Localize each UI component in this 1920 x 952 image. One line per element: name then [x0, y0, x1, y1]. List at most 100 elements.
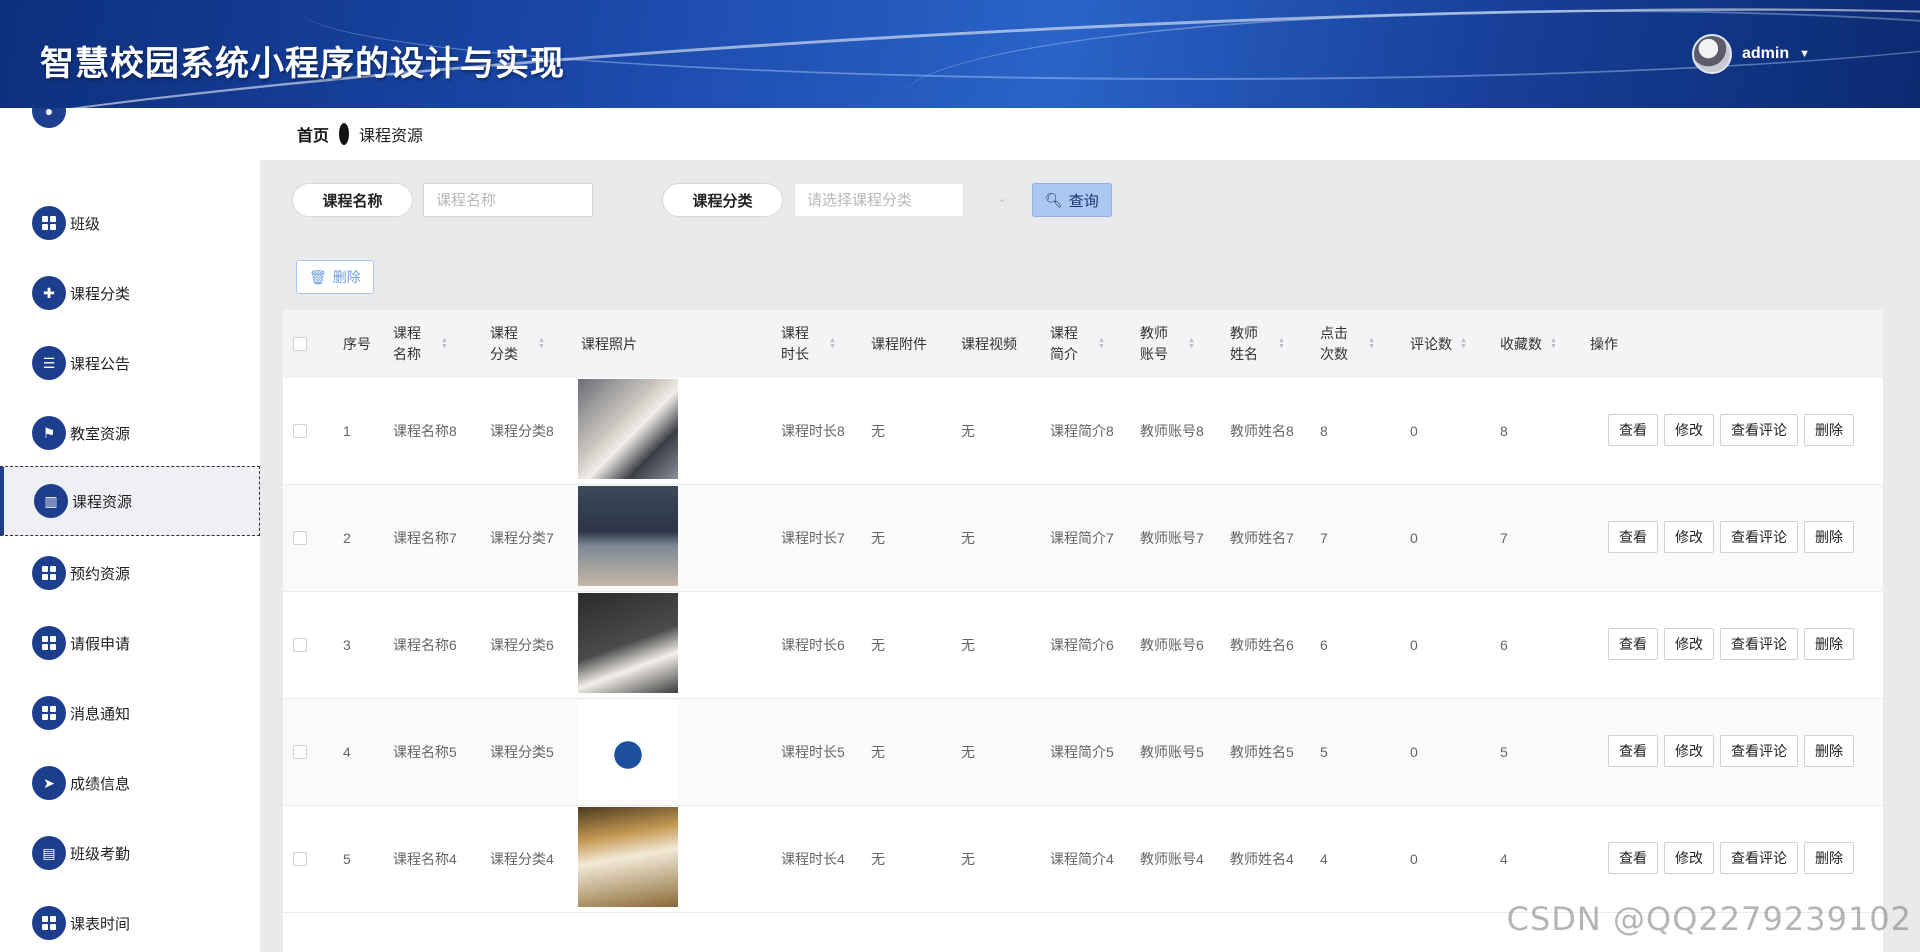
- view-button[interactable]: 查看: [1608, 842, 1658, 874]
- cell-duration: 课程时长6: [781, 637, 845, 653]
- delete-button[interactable]: 删除: [1804, 414, 1854, 446]
- query-button-label: 查询: [1068, 192, 1099, 210]
- sidebar-item-class[interactable]: 班级: [0, 188, 260, 258]
- breadcrumb: 首页 课程资源: [260, 108, 1920, 160]
- sidebar-item-booking[interactable]: 预约资源: [0, 538, 260, 608]
- course-category-select[interactable]: [794, 183, 964, 217]
- edit-button[interactable]: 修改: [1664, 842, 1714, 874]
- sidebar-item-grades[interactable]: ➤ 成绩信息: [0, 748, 260, 818]
- cell-attachment: 无: [871, 851, 885, 867]
- view-comments-button[interactable]: 查看评论: [1720, 842, 1798, 874]
- column-header-photo: 课程照片: [581, 335, 637, 352]
- cell-comments: 0: [1410, 744, 1418, 760]
- sort-icon: ▲ ▼: [1550, 337, 1557, 350]
- sidebar-item-messages[interactable]: 消息通知: [0, 678, 260, 748]
- cell-clicks: 4: [1320, 851, 1328, 867]
- sidebar-item-attendance[interactable]: ▤ 班级考勤: [0, 818, 260, 888]
- row-checkbox[interactable]: [293, 378, 307, 484]
- sidebar-item-course-category[interactable]: ✚ 课程分类: [0, 258, 260, 328]
- edit-button[interactable]: 修改: [1664, 414, 1714, 446]
- select-all-checkbox[interactable]: [293, 310, 307, 378]
- sidebar-item-label: 成绩信息: [70, 775, 131, 793]
- view-comments-button[interactable]: 查看评论: [1720, 628, 1798, 660]
- cell-duration: 课程时长4: [781, 851, 845, 867]
- delete-button[interactable]: 删除: [1804, 521, 1854, 553]
- delete-button[interactable]: 删除: [1804, 842, 1854, 874]
- sidebar-item-course-resource[interactable]: ▥ 课程资源: [0, 466, 260, 536]
- column-header-favorites[interactable]: 收藏数 ▲ ▼: [1500, 310, 1557, 378]
- cell-teacher-account: 教师账号8: [1140, 423, 1204, 439]
- edit-button[interactable]: 修改: [1664, 521, 1714, 553]
- cell-favorites: 5: [1500, 744, 1508, 760]
- course-name-label: 课程名称: [292, 183, 413, 217]
- column-header-index[interactable]: 序号: [343, 310, 371, 378]
- sort-icon: ▲ ▼: [1460, 337, 1467, 350]
- course-category-label: 课程分类: [662, 183, 783, 217]
- grid-icon: [32, 206, 66, 240]
- view-comments-button[interactable]: 查看评论: [1720, 521, 1798, 553]
- sidebar-item-course-notice[interactable]: ☰ 课程公告: [0, 328, 260, 398]
- cell-category: 课程分类7: [490, 530, 554, 546]
- column-header-teacher-account[interactable]: 教师账号 ▲ ▼: [1140, 310, 1210, 378]
- delete-button[interactable]: 删除: [1804, 735, 1854, 767]
- row-checkbox[interactable]: [293, 592, 307, 698]
- cell-favorites: 4: [1500, 851, 1508, 867]
- edit-button[interactable]: 修改: [1664, 628, 1714, 660]
- breadcrumb-separator-icon: [339, 123, 350, 145]
- table-row: 4 课程名称5 课程分类5 课程时长5 无 无 课程简介5 教师账号5 教师姓名5 5 0 5 查看 修改…: [283, 699, 1883, 806]
- view-comments-button[interactable]: 查看评论: [1720, 414, 1798, 446]
- sort-icon: ▲ ▼: [441, 337, 448, 350]
- watermark: CSDN @QQ2279239102: [1506, 900, 1912, 938]
- view-button[interactable]: 查看: [1608, 628, 1658, 660]
- view-button[interactable]: 查看: [1608, 414, 1658, 446]
- table-row: 1 课程名称8 课程分类8 课程时长8 无 无 课程简介8 教师账号8 教师姓名8 8 0 8 查看 修改…: [283, 378, 1883, 485]
- row-checkbox[interactable]: [293, 485, 307, 591]
- trash-icon: 🗑︎: [309, 268, 327, 285]
- cell-clicks: 7: [1320, 530, 1328, 546]
- sidebar-item-user[interactable]: ●: [0, 108, 260, 146]
- batch-delete-button[interactable]: 🗑︎ 删除: [296, 260, 374, 294]
- cell-clicks: 5: [1320, 744, 1328, 760]
- cell-index: 2: [343, 530, 351, 546]
- user-name[interactable]: admin: [1742, 45, 1789, 63]
- list-icon: ☰: [32, 346, 66, 380]
- view-button[interactable]: 查看: [1608, 521, 1658, 553]
- cell-name: 课程名称7: [393, 530, 457, 546]
- view-comments-button[interactable]: 查看评论: [1720, 735, 1798, 767]
- column-header-video: 课程视频: [961, 335, 1017, 352]
- cell-video: 无: [961, 530, 975, 546]
- cell-comments: 0: [1410, 423, 1418, 439]
- column-header-name[interactable]: 课程名称 ▲ ▼: [393, 310, 463, 378]
- column-header-teacher-name[interactable]: 教师姓名 ▲ ▼: [1230, 310, 1300, 378]
- puzzle-icon: ✚: [32, 276, 66, 310]
- cell-index: 1: [343, 423, 351, 439]
- column-header-actions: 操作: [1590, 335, 1618, 352]
- edit-button[interactable]: 修改: [1664, 735, 1714, 767]
- column-header-clicks[interactable]: 点击次数 ▲ ▼: [1320, 310, 1390, 378]
- sidebar-item-timetable[interactable]: 课表时间: [0, 888, 260, 952]
- row-checkbox[interactable]: [293, 806, 307, 912]
- app-header: 智慧校园系统小程序的设计与实现 admin ▼: [0, 0, 1920, 108]
- sidebar-item-label: 班级考勤: [70, 845, 131, 863]
- chevron-down-icon[interactable]: ⌄: [997, 191, 1007, 205]
- grid-icon: [32, 696, 66, 730]
- column-header-duration[interactable]: 课程时长 ▲ ▼: [781, 310, 851, 378]
- sort-icon: ▲ ▼: [538, 337, 545, 350]
- breadcrumb-home[interactable]: 首页: [297, 122, 329, 146]
- course-name-input[interactable]: [423, 183, 593, 217]
- sort-icon: ▲ ▼: [1098, 337, 1105, 350]
- column-header-category[interactable]: 课程分类 ▲ ▼: [490, 310, 560, 378]
- user-menu[interactable]: admin ▼: [1691, 34, 1810, 74]
- column-header-comments[interactable]: 评论数 ▲ ▼: [1410, 310, 1467, 378]
- sidebar-item-classroom[interactable]: ⚑ 教室资源: [0, 398, 260, 468]
- avatar[interactable]: [1691, 34, 1732, 74]
- caret-down-icon[interactable]: ▼: [1799, 48, 1810, 60]
- column-header-intro[interactable]: 课程简介 ▲ ▼: [1050, 310, 1120, 378]
- query-button[interactable]: 🔍︎ 查询: [1032, 183, 1112, 217]
- breadcrumb-current: 课程资源: [359, 128, 424, 145]
- delete-button[interactable]: 删除: [1804, 628, 1854, 660]
- sidebar-item-leave[interactable]: 请假申请: [0, 608, 260, 678]
- row-checkbox[interactable]: [293, 699, 307, 805]
- cell-attachment: 无: [871, 423, 885, 439]
- view-button[interactable]: 查看: [1608, 735, 1658, 767]
